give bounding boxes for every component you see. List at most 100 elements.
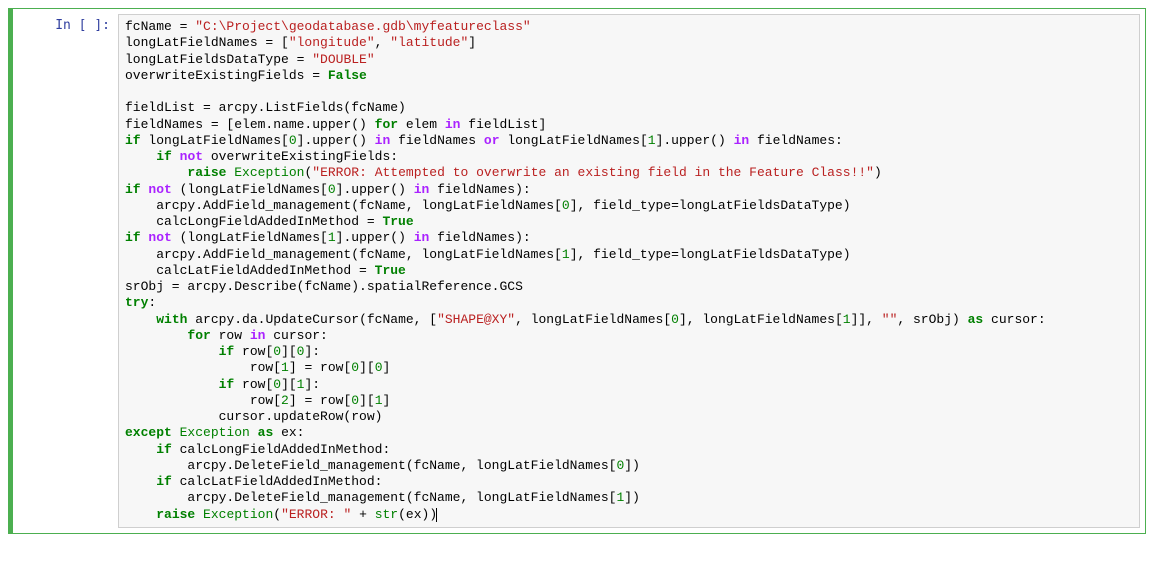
code-text: (: [273, 507, 281, 522]
code-text: not: [180, 149, 203, 164]
code-text: ]): [624, 490, 640, 505]
code-text: if: [125, 182, 141, 197]
code-text: [125, 312, 156, 327]
code-text: ,: [375, 35, 391, 50]
code-text: ]],: [851, 312, 882, 327]
code-text: except: [125, 425, 172, 440]
code-text: fieldNames = [elem.name.upper(): [125, 117, 375, 132]
code-text: arcpy.da.UpdateCursor(fcName, [: [187, 312, 437, 327]
code-text: calcLongFieldAddedInMethod =: [125, 214, 382, 229]
code-text: "SHAPE@XY": [437, 312, 515, 327]
code-text: ] = row[: [289, 360, 351, 375]
code-text: 0: [351, 360, 359, 375]
code-text: srObj = arcpy.Describe(fcName).spatialRe…: [125, 279, 523, 294]
code-text: with: [156, 312, 187, 327]
code-text: 0: [273, 377, 281, 392]
code-text: fieldNames):: [429, 230, 530, 245]
code-text: Exception: [203, 507, 273, 522]
code-text: not: [148, 182, 171, 197]
code-text: fieldList = arcpy.ListFields(fcName): [125, 100, 406, 115]
code-text: if: [156, 149, 172, 164]
code-text: ], field_type=longLatFieldsDataType): [570, 198, 851, 213]
code-text: calcLatFieldAddedInMethod =: [125, 263, 375, 278]
code-text: cursor:: [265, 328, 327, 343]
code-text: Exception: [180, 425, 250, 440]
code-text: ]: [383, 360, 391, 375]
code-text: overwriteExistingFields:: [203, 149, 398, 164]
code-text: [125, 507, 156, 522]
code-text: "": [882, 312, 898, 327]
code-text: , srObj): [897, 312, 967, 327]
code-text: 0: [671, 312, 679, 327]
code-text: fieldNames: [390, 133, 484, 148]
code-text: or: [484, 133, 500, 148]
code-text: , longLatFieldNames[: [515, 312, 671, 327]
code-text: row: [211, 328, 250, 343]
code-text: ].upper(): [656, 133, 734, 148]
code-text: [125, 377, 219, 392]
code-text: ].upper(): [297, 133, 375, 148]
code-text: [125, 344, 219, 359]
code-text: ]:: [304, 377, 320, 392]
code-input[interactable]: fcName = "C:\Project\geodatabase.gdb\myf…: [118, 14, 1140, 528]
notebook-cell: In [ ]: fcName = "C:\Project\geodatabase…: [8, 8, 1146, 534]
code-text: [125, 442, 156, 457]
code-text: "ERROR: ": [281, 507, 351, 522]
code-text: cursor.updateRow(row): [125, 409, 382, 424]
code-text: "ERROR: Attempted to overwrite an existi…: [312, 165, 874, 180]
code-text: for: [375, 117, 398, 132]
code-text: 1: [843, 312, 851, 327]
code-text: try: [125, 295, 148, 310]
code-text: +: [351, 507, 374, 522]
code-text: 0: [289, 133, 297, 148]
code-text: [172, 149, 180, 164]
code-text: in: [414, 182, 430, 197]
code-text: "C:\Project\geodatabase.gdb\myfeaturecla…: [195, 19, 530, 34]
code-text: in: [250, 328, 266, 343]
code-text: ], longLatFieldNames[: [679, 312, 843, 327]
code-text: [125, 165, 187, 180]
code-text: ]: [468, 35, 476, 50]
code-text: fieldNames):: [429, 182, 530, 197]
code-text: arcpy.AddField_management(fcName, longLa…: [125, 198, 562, 213]
code-text: 0: [562, 198, 570, 213]
code-text: row[: [234, 344, 273, 359]
code-text: arcpy.AddField_management(fcName, longLa…: [125, 247, 562, 262]
code-text: ][: [281, 344, 297, 359]
code-text: True: [375, 263, 406, 278]
code-text: longLatFieldNames = [: [125, 35, 289, 50]
code-text: longLatFieldsDataType =: [125, 52, 312, 67]
code-text: elem: [398, 117, 445, 132]
code-text: if: [156, 442, 172, 457]
code-text: "longitude": [289, 35, 375, 50]
code-text: 0: [328, 182, 336, 197]
code-text: 1: [328, 230, 336, 245]
code-text: str: [375, 507, 398, 522]
code-text: (longLatFieldNames[: [172, 182, 328, 197]
code-text: (longLatFieldNames[: [172, 230, 328, 245]
code-text: cursor:: [983, 312, 1045, 327]
code-text: 0: [375, 360, 383, 375]
code-text: 1: [281, 360, 289, 375]
code-text: fieldList]: [460, 117, 546, 132]
code-text: "latitude": [390, 35, 468, 50]
code-text: ): [874, 165, 882, 180]
code-text: fcName =: [125, 19, 195, 34]
code-text: not: [148, 230, 171, 245]
code-text: (ex)): [398, 507, 437, 522]
code-text: as: [968, 312, 984, 327]
code-text: ], field_type=longLatFieldsDataType): [570, 247, 851, 262]
code-text: arcpy.DeleteField_management(fcName, lon…: [125, 458, 616, 473]
code-text: in: [375, 133, 391, 148]
code-text: ][: [281, 377, 297, 392]
code-text: calcLongFieldAddedInMethod:: [172, 442, 390, 457]
code-text: 1: [562, 247, 570, 262]
code-text: if: [125, 230, 141, 245]
code-text: ]:: [304, 344, 320, 359]
code-text: ex:: [273, 425, 304, 440]
code-text: if: [219, 344, 235, 359]
code-text: if: [156, 474, 172, 489]
code-text: row[: [125, 360, 281, 375]
code-text: ][: [359, 393, 375, 408]
code-text: :: [148, 295, 156, 310]
